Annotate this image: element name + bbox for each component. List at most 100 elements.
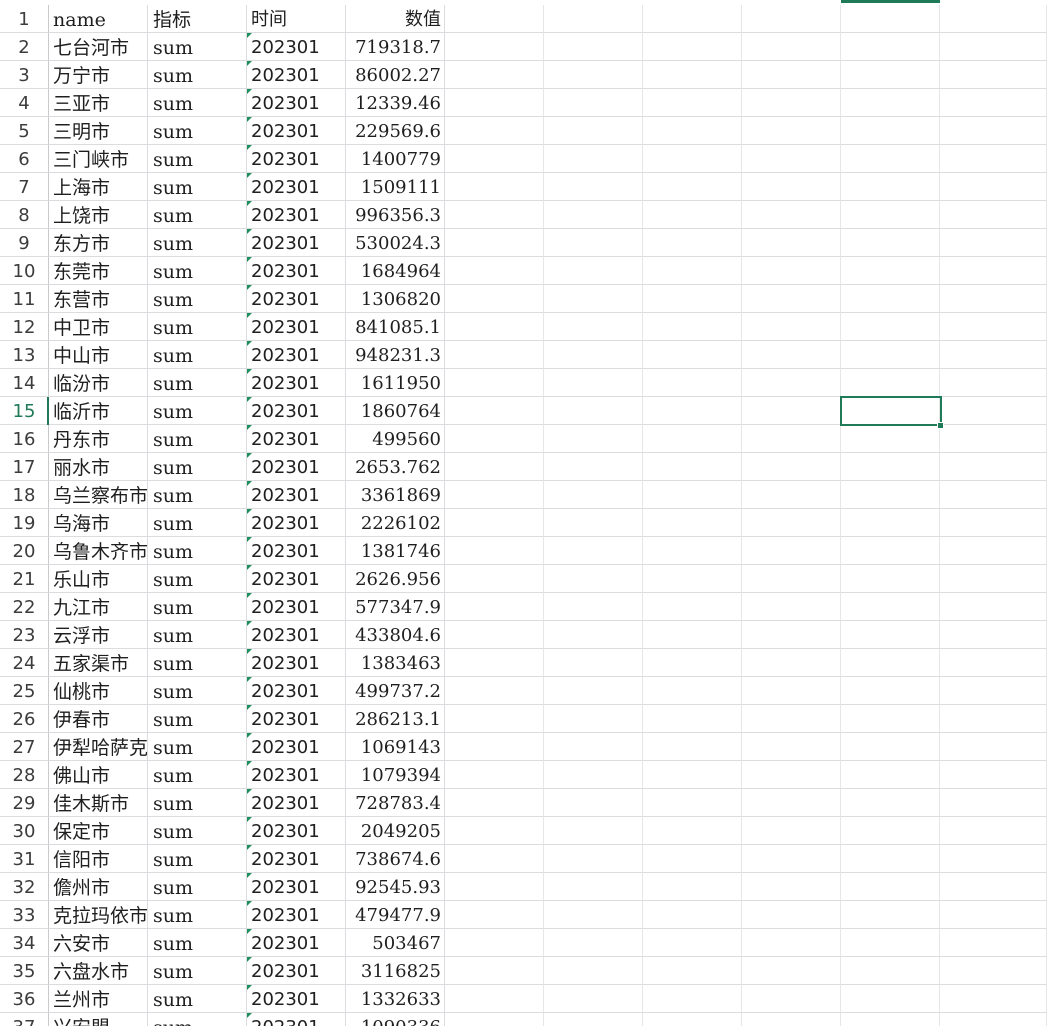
empty-cell[interactable] bbox=[544, 985, 643, 1013]
empty-cell[interactable] bbox=[544, 229, 643, 257]
row-number[interactable]: 22 bbox=[0, 593, 49, 621]
cell-time[interactable]: 202301 bbox=[247, 117, 346, 145]
empty-cell[interactable] bbox=[841, 229, 940, 257]
empty-cell[interactable] bbox=[643, 257, 742, 285]
cell-name[interactable]: 上海市 bbox=[49, 173, 148, 201]
selected-cell[interactable] bbox=[840, 396, 942, 426]
cell-value[interactable]: 2653.762 bbox=[346, 453, 445, 481]
empty-cell[interactable] bbox=[742, 369, 841, 397]
cell-value[interactable]: 1684964 bbox=[346, 257, 445, 285]
empty-cell[interactable] bbox=[544, 733, 643, 761]
empty-cell[interactable] bbox=[742, 397, 841, 425]
empty-cell[interactable] bbox=[445, 397, 544, 425]
cell-time[interactable]: 202301 bbox=[247, 313, 346, 341]
empty-cell[interactable] bbox=[643, 985, 742, 1013]
empty-cell[interactable] bbox=[940, 285, 1047, 313]
empty-cell[interactable] bbox=[544, 257, 643, 285]
empty-cell[interactable] bbox=[643, 733, 742, 761]
cell-metric[interactable]: sum bbox=[148, 369, 247, 397]
empty-cell[interactable] bbox=[445, 985, 544, 1013]
empty-cell[interactable] bbox=[841, 425, 940, 453]
cell-value[interactable]: 1383463 bbox=[346, 649, 445, 677]
empty-cell[interactable] bbox=[940, 565, 1047, 593]
empty-cell[interactable] bbox=[445, 369, 544, 397]
cell-metric[interactable]: sum bbox=[148, 565, 247, 593]
cell-metric[interactable]: sum bbox=[148, 761, 247, 789]
cell-value[interactable]: 996356.3 bbox=[346, 201, 445, 229]
empty-cell[interactable] bbox=[544, 285, 643, 313]
empty-cell[interactable] bbox=[742, 677, 841, 705]
empty-cell[interactable] bbox=[445, 761, 544, 789]
empty-cell[interactable] bbox=[841, 201, 940, 229]
cell-metric[interactable]: sum bbox=[148, 873, 247, 901]
empty-cell[interactable] bbox=[544, 341, 643, 369]
empty-cell[interactable] bbox=[643, 565, 742, 593]
empty-cell[interactable] bbox=[445, 537, 544, 565]
cell-value[interactable]: 499737.2 bbox=[346, 677, 445, 705]
empty-cell[interactable] bbox=[940, 1013, 1047, 1026]
empty-cell[interactable] bbox=[940, 453, 1047, 481]
cell-time[interactable]: 202301 bbox=[247, 761, 346, 789]
cell-time[interactable]: 202301 bbox=[247, 621, 346, 649]
empty-cell[interactable] bbox=[841, 845, 940, 873]
cell-value[interactable]: 1090336 bbox=[346, 1013, 445, 1026]
cell-value[interactable]: 948231.3 bbox=[346, 341, 445, 369]
row-number[interactable]: 2 bbox=[0, 33, 49, 61]
empty-cell[interactable] bbox=[643, 201, 742, 229]
empty-cell[interactable] bbox=[841, 733, 940, 761]
empty-cell[interactable] bbox=[742, 901, 841, 929]
empty-cell[interactable] bbox=[445, 649, 544, 677]
cell-metric[interactable]: sum bbox=[148, 425, 247, 453]
cell-time[interactable]: 202301 bbox=[247, 593, 346, 621]
empty-cell[interactable] bbox=[544, 845, 643, 873]
empty-cell[interactable] bbox=[445, 957, 544, 985]
empty-cell[interactable] bbox=[445, 341, 544, 369]
row-number[interactable]: 6 bbox=[0, 145, 49, 173]
empty-cell[interactable] bbox=[940, 985, 1047, 1013]
row-number[interactable]: 4 bbox=[0, 89, 49, 117]
cell-value[interactable]: 1079394 bbox=[346, 761, 445, 789]
cell-value[interactable]: 2226102 bbox=[346, 509, 445, 537]
cell-value[interactable]: 1381746 bbox=[346, 537, 445, 565]
empty-cell[interactable] bbox=[544, 705, 643, 733]
cell-metric[interactable]: sum bbox=[148, 117, 247, 145]
cell-metric[interactable]: sum bbox=[148, 61, 247, 89]
cell-name[interactable]: 信阳市 bbox=[49, 845, 148, 873]
empty-cell[interactable] bbox=[841, 117, 940, 145]
empty-cell[interactable] bbox=[544, 957, 643, 985]
cell-metric[interactable]: sum bbox=[148, 509, 247, 537]
empty-cell[interactable] bbox=[544, 369, 643, 397]
empty-cell[interactable] bbox=[643, 509, 742, 537]
cell-name[interactable]: 九江市 bbox=[49, 593, 148, 621]
empty-cell[interactable] bbox=[445, 33, 544, 61]
spreadsheet-grid[interactable]: 1 name 指标 时间 数值 2 七台河市 sum 202301 719318.7 3 万宁市 sum… bbox=[0, 0, 1047, 1026]
cell-name[interactable]: 东莞市 bbox=[49, 257, 148, 285]
empty-cell[interactable] bbox=[940, 761, 1047, 789]
empty-cell[interactable] bbox=[742, 61, 841, 89]
cell-name[interactable]: 乌海市 bbox=[49, 509, 148, 537]
empty-cell[interactable] bbox=[643, 873, 742, 901]
empty-cell[interactable] bbox=[940, 873, 1047, 901]
cell-name[interactable]: 保定市 bbox=[49, 817, 148, 845]
row-number[interactable]: 11 bbox=[0, 285, 49, 313]
empty-cell[interactable] bbox=[841, 1013, 940, 1026]
cell-value[interactable]: 2626.956 bbox=[346, 565, 445, 593]
cell-value[interactable]: 1332633 bbox=[346, 985, 445, 1013]
cell-time[interactable]: 202301 bbox=[247, 733, 346, 761]
row-number[interactable]: 35 bbox=[0, 957, 49, 985]
empty-cell[interactable] bbox=[940, 705, 1047, 733]
cell-metric[interactable]: sum bbox=[148, 817, 247, 845]
empty-cell[interactable] bbox=[742, 929, 841, 957]
cell-time[interactable]: 202301 bbox=[247, 341, 346, 369]
cell-metric[interactable]: sum bbox=[148, 453, 247, 481]
row-number[interactable]: 27 bbox=[0, 733, 49, 761]
cell-name[interactable]: 云浮市 bbox=[49, 621, 148, 649]
empty-cell[interactable] bbox=[445, 285, 544, 313]
row-number[interactable]: 29 bbox=[0, 789, 49, 817]
empty-cell[interactable] bbox=[445, 453, 544, 481]
empty-cell[interactable] bbox=[841, 5, 940, 33]
cell-metric[interactable]: sum bbox=[148, 789, 247, 817]
row-number[interactable]: 12 bbox=[0, 313, 49, 341]
empty-cell[interactable] bbox=[742, 341, 841, 369]
empty-cell[interactable] bbox=[940, 117, 1047, 145]
